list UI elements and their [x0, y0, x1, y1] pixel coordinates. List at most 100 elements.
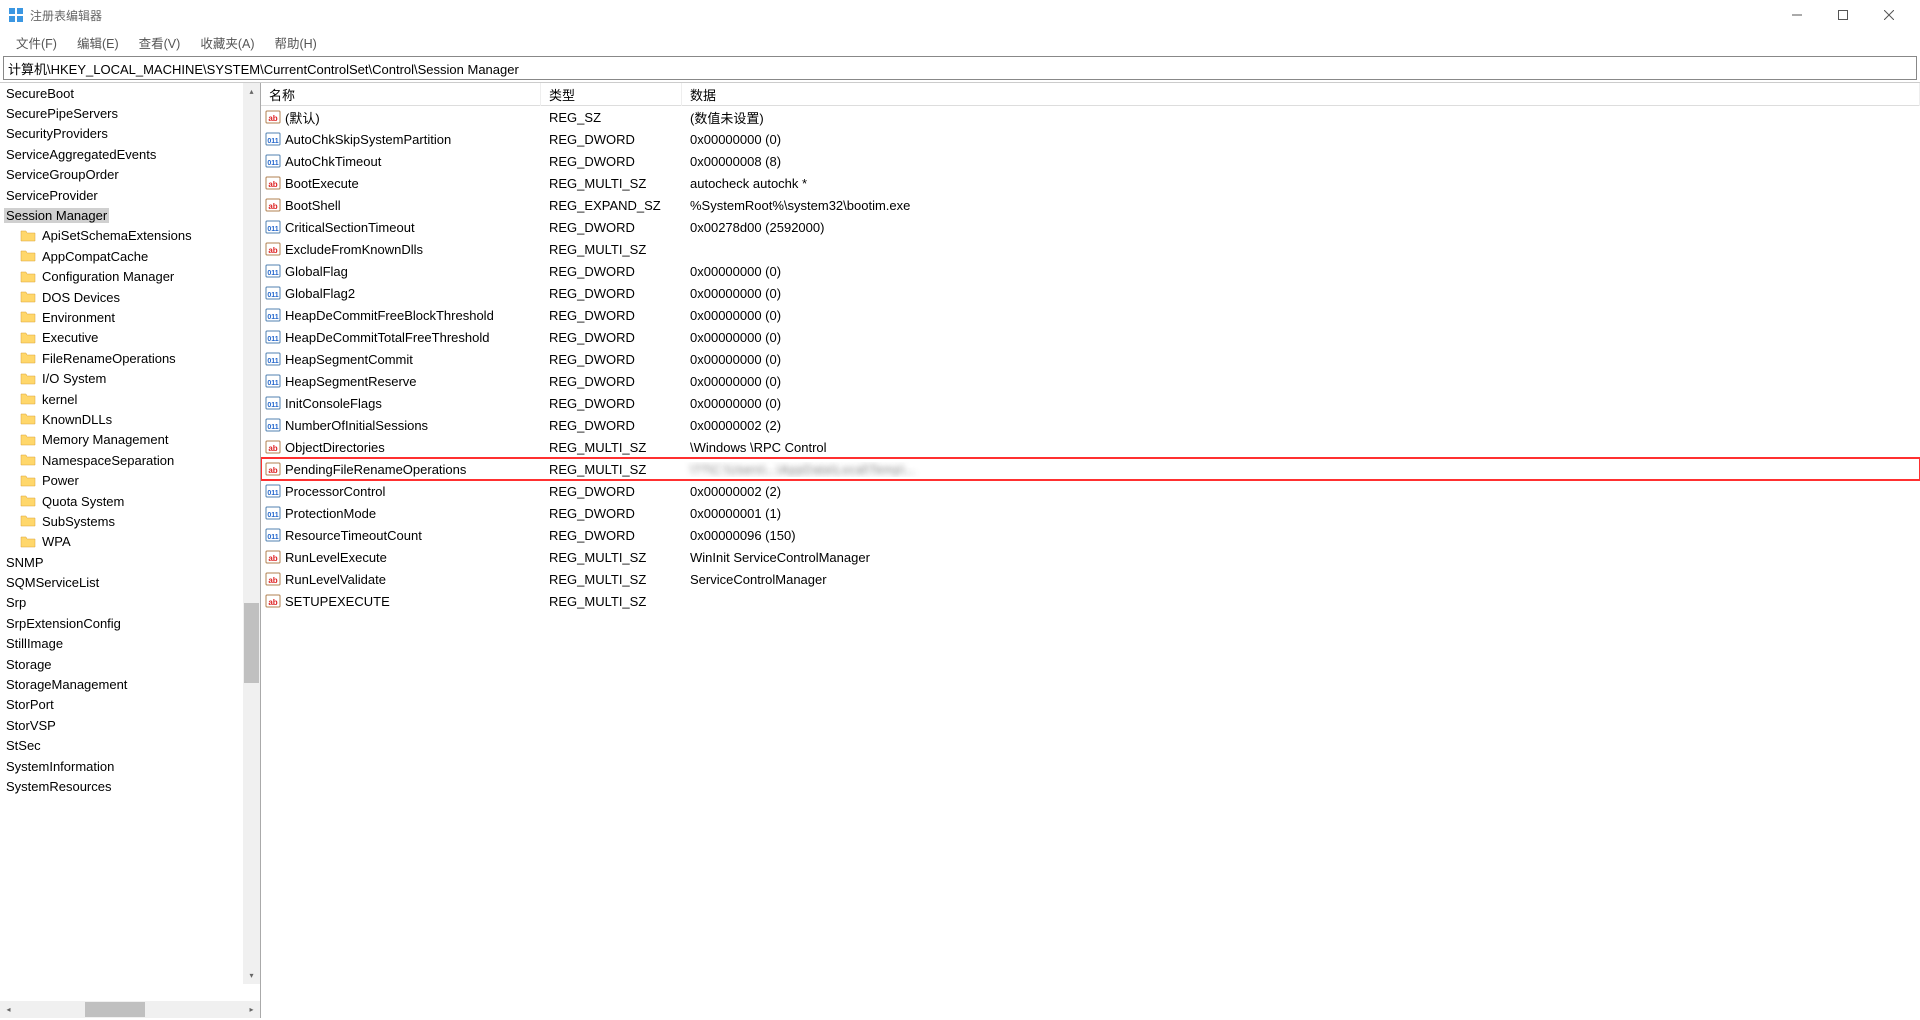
tree-item[interactable]: AppCompatCache	[2, 246, 260, 266]
tree-item[interactable]: I/O System	[2, 368, 260, 388]
tree-item[interactable]: StorPort	[2, 695, 260, 715]
value-name-cell: abBootExecute	[261, 175, 541, 191]
svg-text:ab: ab	[268, 598, 277, 607]
reg-string-icon: ab	[265, 109, 281, 125]
close-button[interactable]	[1866, 0, 1912, 30]
value-row[interactable]: 011HeapSegmentCommitREG_DWORD0x00000000 …	[261, 348, 1920, 370]
value-row[interactable]: 011GlobalFlagREG_DWORD0x00000000 (0)	[261, 260, 1920, 282]
value-row[interactable]: 011HeapDeCommitFreeBlockThresholdREG_DWO…	[261, 304, 1920, 326]
main-area: SecureBootSecurePipeServersSecurityProvi…	[0, 82, 1920, 1018]
tree-item[interactable]: Srp	[2, 593, 260, 613]
value-row[interactable]: abSETUPEXECUTEREG_MULTI_SZ	[261, 590, 1920, 612]
tree-item[interactable]: ServiceGroupOrder	[2, 165, 260, 185]
value-row[interactable]: 011InitConsoleFlagsREG_DWORD0x00000000 (…	[261, 392, 1920, 414]
tree-item[interactable]: ServiceAggregatedEvents	[2, 144, 260, 164]
tree-item[interactable]: Configuration Manager	[2, 267, 260, 287]
tree-item[interactable]: Session Manager	[2, 205, 260, 225]
value-row[interactable]: abExcludeFromKnownDllsREG_MULTI_SZ	[261, 238, 1920, 260]
value-data: (数值未设置)	[682, 108, 1920, 127]
scroll-track[interactable]	[243, 100, 260, 967]
value-row[interactable]: 011ProcessorControlREG_DWORD0x00000002 (…	[261, 480, 1920, 502]
tree-item[interactable]: SystemInformation	[2, 756, 260, 776]
folder-icon	[20, 493, 36, 509]
value-row[interactable]: 011CriticalSectionTimeoutREG_DWORD0x0027…	[261, 216, 1920, 238]
tree-item[interactable]: SNMP	[2, 552, 260, 572]
tree-item[interactable]: StillImage	[2, 634, 260, 654]
svg-text:011: 011	[267, 292, 278, 299]
value-row[interactable]: abObjectDirectoriesREG_MULTI_SZ\Windows …	[261, 436, 1920, 458]
menu-favorites[interactable]: 收藏夹(A)	[190, 31, 264, 54]
column-type[interactable]: 类型	[541, 83, 682, 106]
scroll-thumb-h[interactable]	[85, 1002, 145, 1017]
tree-item[interactable]: SystemResources	[2, 776, 260, 796]
tree-item[interactable]: StorageManagement	[2, 674, 260, 694]
scroll-down-icon[interactable]: ▾	[243, 967, 260, 984]
value-name: AutoChkTimeout	[285, 154, 381, 169]
tree-scrollbar-vertical[interactable]: ▴ ▾	[243, 83, 260, 984]
scroll-left-icon[interactable]: ◂	[0, 1001, 17, 1018]
tree-item[interactable]: ServiceProvider	[2, 185, 260, 205]
tree-item-label: StSec	[4, 738, 43, 753]
value-row[interactable]: 011AutoChkTimeoutREG_DWORD0x00000008 (8)	[261, 150, 1920, 172]
tree-item[interactable]: KnownDLLs	[2, 409, 260, 429]
svg-text:ab: ab	[268, 114, 277, 123]
reg-dword-icon: 011	[265, 329, 281, 345]
value-type: REG_DWORD	[541, 528, 682, 543]
value-row[interactable]: 011HeapSegmentReserveREG_DWORD0x00000000…	[261, 370, 1920, 392]
tree-item[interactable]: SrpExtensionConfig	[2, 613, 260, 633]
value-row[interactable]: abBootExecuteREG_MULTI_SZautocheck autoc…	[261, 172, 1920, 194]
tree-item[interactable]: kernel	[2, 389, 260, 409]
column-name[interactable]: 名称	[261, 83, 541, 106]
maximize-button[interactable]	[1820, 0, 1866, 30]
tree-item[interactable]: WPA	[2, 532, 260, 552]
tree-scrollbar-horizontal[interactable]: ◂ ▸	[0, 1001, 260, 1018]
value-row[interactable]: ab(默认)REG_SZ(数值未设置)	[261, 106, 1920, 128]
svg-text:ab: ab	[268, 444, 277, 453]
menu-help[interactable]: 帮助(H)	[264, 31, 326, 54]
scroll-up-icon[interactable]: ▴	[243, 83, 260, 100]
tree-item[interactable]: Memory Management	[2, 430, 260, 450]
tree-item[interactable]: FileRenameOperations	[2, 348, 260, 368]
value-row[interactable]: 011NumberOfInitialSessionsREG_DWORD0x000…	[261, 414, 1920, 436]
tree-list[interactable]: SecureBootSecurePipeServersSecurityProvi…	[0, 83, 260, 797]
tree-item[interactable]: NamespaceSeparation	[2, 450, 260, 470]
minimize-button[interactable]	[1774, 0, 1820, 30]
tree-item[interactable]: SecurityProviders	[2, 124, 260, 144]
value-name: ProtectionMode	[285, 506, 376, 521]
address-bar[interactable]: 计算机\HKEY_LOCAL_MACHINE\SYSTEM\CurrentCon…	[3, 56, 1917, 80]
scroll-thumb[interactable]	[244, 603, 259, 683]
tree-item[interactable]: SQMServiceList	[2, 572, 260, 592]
tree-item[interactable]: Power	[2, 470, 260, 490]
tree-item[interactable]: Storage	[2, 654, 260, 674]
tree-item[interactable]: Executive	[2, 328, 260, 348]
tree-item-label: DOS Devices	[40, 290, 122, 305]
column-data[interactable]: 数据	[682, 83, 1920, 106]
tree-item[interactable]: Quota System	[2, 491, 260, 511]
scroll-track-h[interactable]	[17, 1001, 243, 1018]
menu-edit[interactable]: 编辑(E)	[67, 31, 129, 54]
menu-file[interactable]: 文件(F)	[6, 31, 67, 54]
value-row[interactable]: abRunLevelExecuteREG_MULTI_SZWinInit Ser…	[261, 546, 1920, 568]
value-row[interactable]: 011GlobalFlag2REG_DWORD0x00000000 (0)	[261, 282, 1920, 304]
value-type: REG_DWORD	[541, 506, 682, 521]
tree-item[interactable]: Environment	[2, 307, 260, 327]
value-row[interactable]: abBootShellREG_EXPAND_SZ%SystemRoot%\sys…	[261, 194, 1920, 216]
tree-item[interactable]: ApiSetSchemaExtensions	[2, 226, 260, 246]
tree-item[interactable]: SecurePipeServers	[2, 103, 260, 123]
value-row[interactable]: abPendingFileRenameOperationsREG_MULTI_S…	[261, 458, 1920, 480]
value-row[interactable]: 011AutoChkSkipSystemPartitionREG_DWORD0x…	[261, 128, 1920, 150]
svg-text:011: 011	[267, 314, 278, 321]
reg-dword-icon: 011	[265, 285, 281, 301]
menu-view[interactable]: 查看(V)	[129, 31, 191, 54]
tree-item[interactable]: StorVSP	[2, 715, 260, 735]
tree-item[interactable]: SubSystems	[2, 511, 260, 531]
value-row[interactable]: 011HeapDeCommitTotalFreeThresholdREG_DWO…	[261, 326, 1920, 348]
tree-item[interactable]: StSec	[2, 736, 260, 756]
value-row[interactable]: 011ResourceTimeoutCountREG_DWORD0x000000…	[261, 524, 1920, 546]
value-row[interactable]: 011ProtectionModeREG_DWORD0x00000001 (1)	[261, 502, 1920, 524]
scroll-right-icon[interactable]: ▸	[243, 1001, 260, 1018]
tree-item[interactable]: SecureBoot	[2, 83, 260, 103]
value-type: REG_DWORD	[541, 308, 682, 323]
value-row[interactable]: abRunLevelValidateREG_MULTI_SZServiceCon…	[261, 568, 1920, 590]
tree-item[interactable]: DOS Devices	[2, 287, 260, 307]
